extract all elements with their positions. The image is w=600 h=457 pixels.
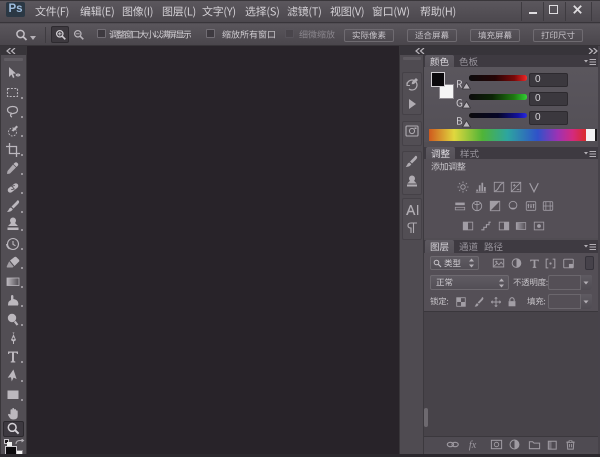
svg-text:fx: fx xyxy=(469,440,477,451)
